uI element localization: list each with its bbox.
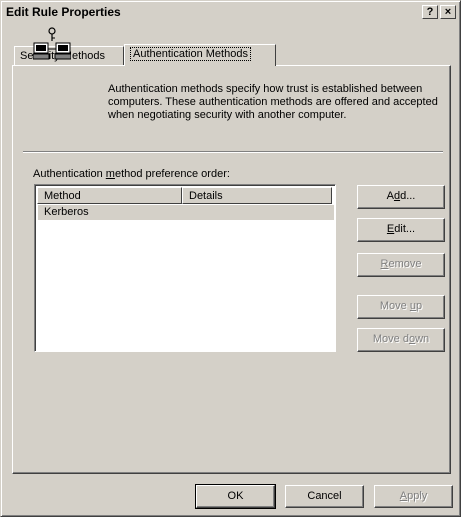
method-cell: Kerberos: [44, 206, 89, 218]
preference-order-label: Authentication method preference order:: [33, 168, 230, 180]
apply-button[interactable]: Apply: [374, 485, 453, 508]
dialog-window: Edit Rule Properties ? × Security Method…: [0, 0, 461, 517]
description-text: Authentication methods specify how trust…: [108, 83, 438, 121]
cancel-button[interactable]: Cancel: [285, 485, 364, 508]
remove-button[interactable]: Remove: [357, 253, 445, 277]
add-button[interactable]: Add...: [357, 185, 445, 209]
separator: [23, 151, 443, 153]
move-up-button[interactable]: Move up: [357, 295, 445, 319]
list-item[interactable]: Kerberos: [38, 205, 334, 220]
edit-button[interactable]: Edit...: [357, 218, 445, 242]
ok-button[interactable]: OK: [195, 484, 276, 509]
column-header-details[interactable]: Details: [182, 187, 332, 204]
computers-icon: [33, 27, 71, 60]
authentication-method-list[interactable]: Method Details Kerberos: [34, 184, 336, 352]
move-down-button[interactable]: Move down: [357, 328, 445, 352]
column-header-method[interactable]: Method: [37, 187, 182, 204]
